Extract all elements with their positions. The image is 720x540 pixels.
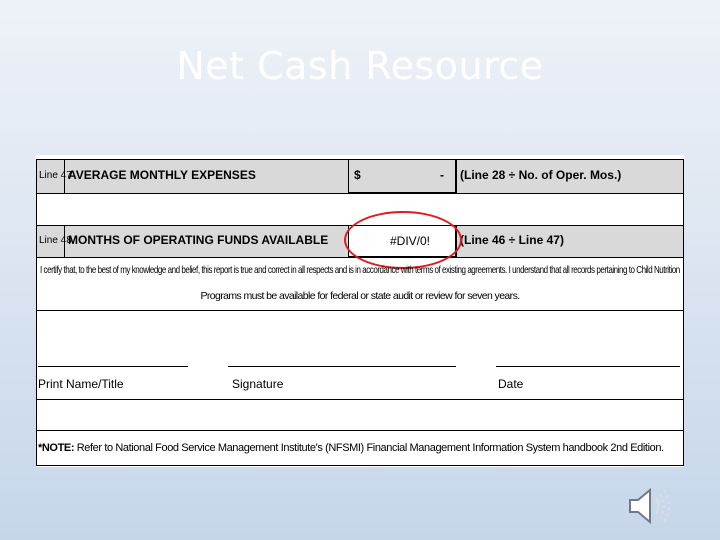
line47-value: - — [440, 168, 444, 182]
certification-line-1: I certify that, to the best of my knowle… — [40, 264, 680, 276]
note-prefix: *NOTE: — [38, 442, 75, 454]
line47-formula: (Line 28 ÷ No. of Oper. Mos.) — [460, 168, 622, 182]
line48-formula: (Line 46 ÷ Line 47) — [460, 233, 564, 247]
line48-description: MONTHS OF OPERATING FUNDS AVAILABLE — [68, 233, 329, 247]
line47-currency: $ — [354, 168, 361, 182]
certification-line-2: Programs must be available for federal o… — [200, 290, 520, 302]
highlight-circle — [344, 211, 462, 269]
slide-title: Net Cash Resource — [176, 44, 544, 88]
line47-label: Line 47 — [39, 170, 72, 181]
line47-description: AVERAGE MONTHLY EXPENSES — [68, 168, 256, 182]
print-name-title-label: Print Name/Title — [38, 377, 124, 391]
speaker-icon[interactable] — [626, 484, 676, 528]
note: *NOTE: Refer to National Food Service Ma… — [38, 442, 664, 454]
date-label: Date — [498, 377, 524, 391]
form-sheet: Line 47 AVERAGE MONTHLY EXPENSES $ - (Li… — [36, 155, 684, 467]
signature-label: Signature — [232, 377, 284, 391]
note-text: Refer to National Food Service Managemen… — [76, 442, 664, 454]
line48-label: Line 48 — [39, 235, 72, 246]
